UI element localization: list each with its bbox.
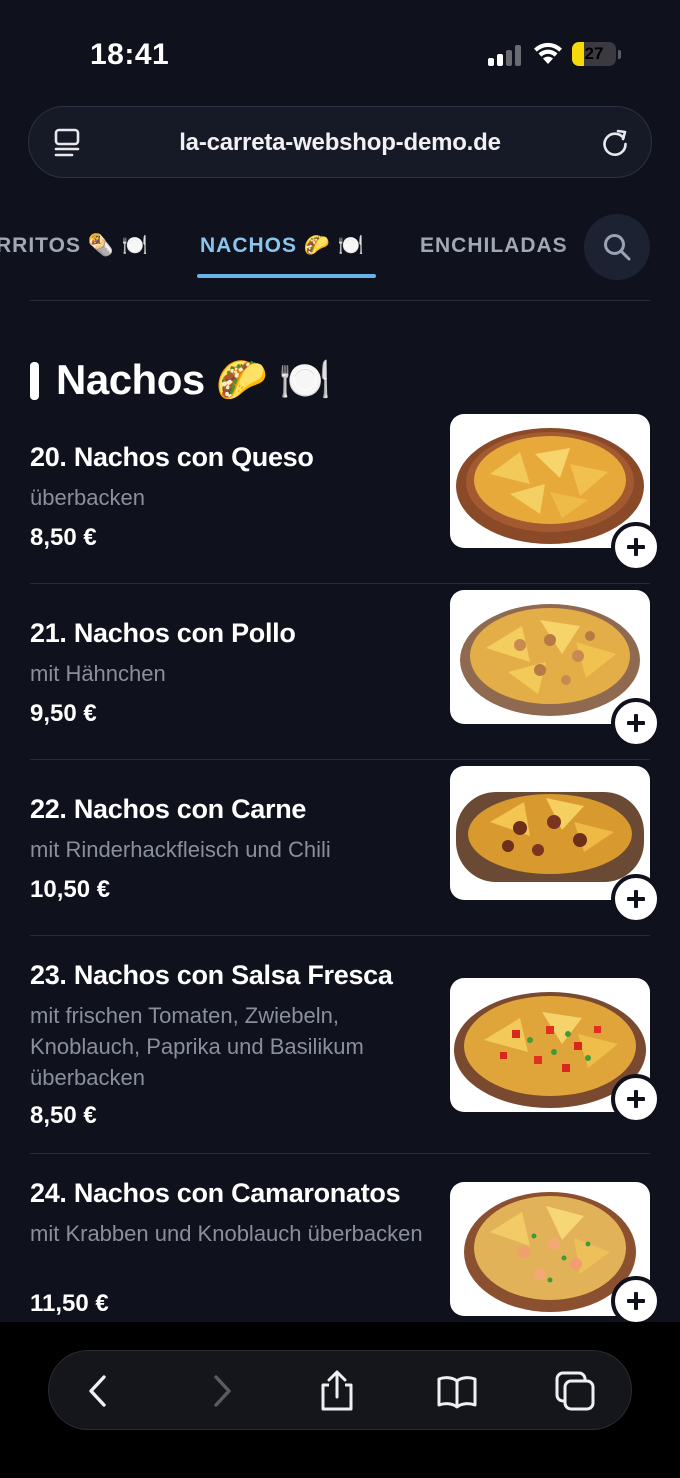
item-divider (30, 935, 650, 936)
page-menu-icon[interactable] (53, 127, 83, 159)
add-to-cart-button[interactable] (611, 522, 661, 572)
search-button[interactable] (584, 214, 650, 280)
tabs-divider (30, 300, 650, 301)
add-to-cart-button[interactable] (611, 698, 661, 748)
item-name[interactable]: 22. Nachos con Carne (30, 794, 306, 825)
item-price: 11,50 € (30, 1290, 109, 1317)
browser-toolbar (48, 1350, 632, 1430)
section-title: Nachos 🌮 🍽️ (56, 356, 331, 403)
item-name[interactable]: 20. Nachos con Queso (30, 442, 314, 473)
add-to-cart-button[interactable] (611, 874, 661, 924)
item-description: überbacken (30, 485, 145, 510)
item-name[interactable]: 23. Nachos con Salsa Fresca (30, 960, 393, 991)
wifi-icon (534, 42, 562, 64)
tab-burritos[interactable]: RRITOS 🌯 🍽️ (0, 234, 149, 258)
item-divider (30, 759, 650, 760)
add-to-cart-button[interactable] (611, 1074, 661, 1124)
add-to-cart-button[interactable] (611, 1276, 661, 1326)
battery-icon: 27 (572, 42, 622, 68)
reload-icon[interactable] (599, 127, 631, 159)
search-icon (604, 234, 631, 261)
item-description: mit Rinderhackfleisch und Chili (30, 837, 331, 862)
item-price: 9,50 € (30, 700, 97, 727)
address-bar[interactable]: la-carreta-webshop-demo.de (28, 106, 652, 178)
item-divider (30, 1153, 650, 1154)
tab-nachos[interactable]: NACHOS 🌮 🍽️ (200, 234, 365, 258)
item-name[interactable]: 24. Nachos con Camaronatos (30, 1178, 401, 1209)
bookmarks-icon[interactable] (435, 1369, 479, 1413)
share-icon[interactable] (315, 1369, 359, 1413)
item-name[interactable]: 21. Nachos con Pollo (30, 618, 296, 649)
item-price: 8,50 € (30, 524, 97, 551)
cellular-signal-icon (488, 44, 522, 66)
section-accent-bar (30, 362, 39, 400)
back-icon[interactable] (77, 1369, 121, 1413)
active-tab-indicator (197, 274, 376, 278)
tabs-icon[interactable] (553, 1369, 597, 1413)
url-text[interactable]: la-carreta-webshop-demo.de (99, 129, 581, 157)
forward-icon[interactable] (199, 1369, 243, 1413)
status-bar: 18:41 27 (0, 0, 680, 100)
category-tabs: RRITOS 🌯 🍽️ NACHOS 🌮 🍽️ ENCHILADAS (0, 200, 680, 290)
item-divider (30, 583, 650, 584)
item-description: mit frischen Tomaten, Zwiebeln, Knoblauc… (30, 1003, 364, 1090)
item-description: mit Hähnchen (30, 661, 166, 686)
battery-level: 27 (584, 44, 604, 63)
item-price: 8,50 € (30, 1102, 97, 1129)
status-time: 18:41 (90, 38, 170, 71)
item-description: mit Krabben und Knoblauch überbacken (30, 1221, 423, 1246)
item-price: 10,50 € (30, 876, 111, 903)
tab-enchiladas[interactable]: ENCHILADAS (420, 234, 568, 258)
